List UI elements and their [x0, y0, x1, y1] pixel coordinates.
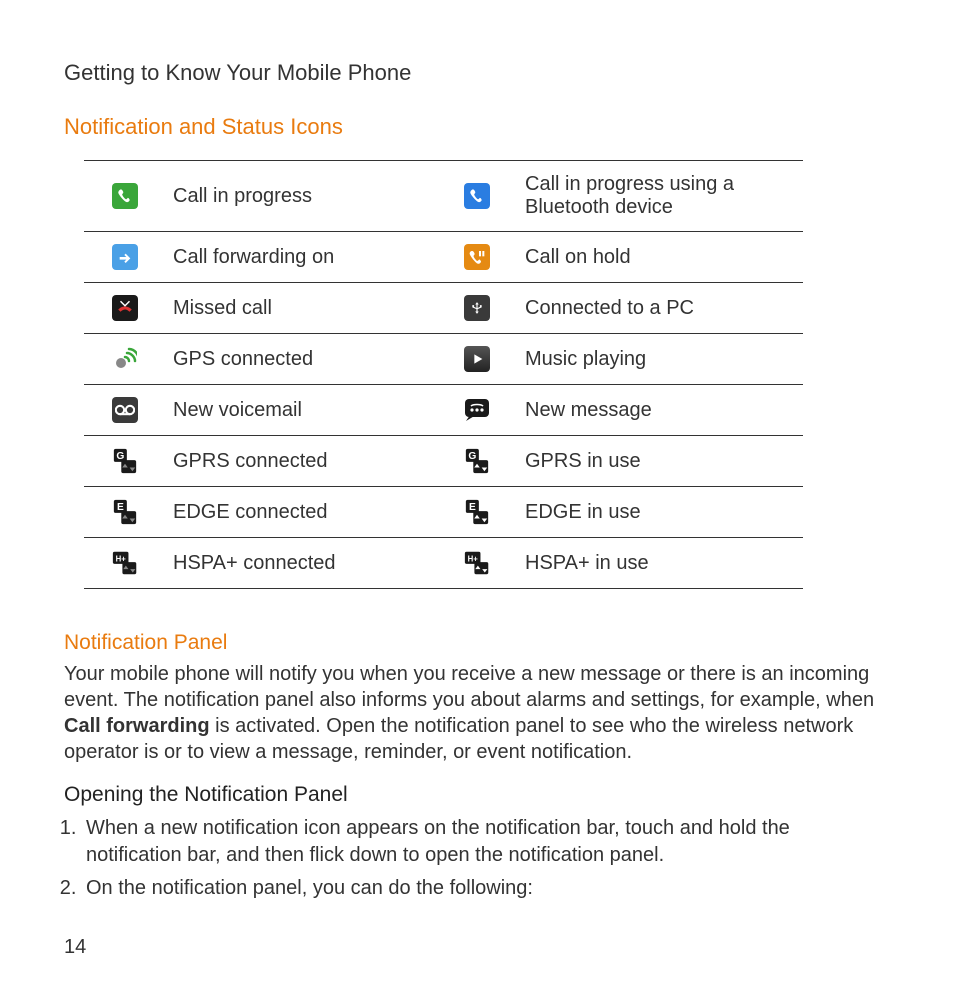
- edge-in-use-icon: E: [464, 499, 490, 525]
- usb-connected-icon: [464, 295, 490, 321]
- icon-label: GPS connected: [165, 334, 436, 385]
- page-number: 14: [64, 936, 890, 959]
- svg-text:H+: H+: [115, 554, 126, 563]
- table-row: Call in progress Call in progress using …: [84, 161, 803, 232]
- call-in-progress-icon: [112, 183, 138, 209]
- icon-label: Call forwarding on: [165, 232, 436, 283]
- call-bluetooth-icon: [464, 183, 490, 209]
- icon-label: New voicemail: [165, 385, 436, 436]
- gprs-in-use-icon: G: [464, 448, 490, 474]
- icon-label: Call on hold: [517, 232, 803, 283]
- icon-label: Connected to a PC: [517, 283, 803, 334]
- icon-label: HSPA+ in use: [517, 538, 803, 589]
- table-row: H+ HSPA+ connected H+ HSPA+ in use: [84, 538, 803, 589]
- gprs-connected-icon: G: [112, 448, 138, 474]
- icon-label: Call in progress using a Bluetooth devic…: [517, 161, 803, 232]
- icon-label: Missed call: [165, 283, 436, 334]
- hspa-connected-icon: H+: [112, 550, 138, 576]
- section-title-notification-panel: Notification Panel: [64, 631, 890, 655]
- voicemail-icon: [112, 397, 138, 423]
- edge-connected-icon: E: [112, 499, 138, 525]
- icon-label: Call in progress: [165, 161, 436, 232]
- call-forwarding-icon: [112, 244, 138, 270]
- table-row: G GPRS connected G GPRS in use: [84, 436, 803, 487]
- hspa-in-use-icon: H+: [464, 550, 490, 576]
- icon-label: GPRS in use: [517, 436, 803, 487]
- table-row: E EDGE connected E EDGE in use: [84, 487, 803, 538]
- section-title-icons: Notification and Status Icons: [64, 114, 890, 140]
- icon-label: GPRS connected: [165, 436, 436, 487]
- call-on-hold-icon: [464, 244, 490, 270]
- icon-label: EDGE connected: [165, 487, 436, 538]
- icon-label: HSPA+ connected: [165, 538, 436, 589]
- icon-label: Music playing: [517, 334, 803, 385]
- icon-label: New message: [517, 385, 803, 436]
- table-row: GPS connected Music playing: [84, 334, 803, 385]
- table-row: Missed call Connected to a PC: [84, 283, 803, 334]
- gps-connected-icon: [112, 346, 138, 372]
- notification-panel-description: Your mobile phone will notify you when y…: [64, 661, 890, 765]
- page-header: Getting to Know Your Mobile Phone: [64, 60, 890, 86]
- list-item: When a new notification icon appears on …: [82, 815, 890, 869]
- opening-panel-steps: When a new notification icon appears on …: [64, 815, 890, 902]
- manual-page: Getting to Know Your Mobile Phone Notifi…: [0, 0, 954, 989]
- icon-label: EDGE in use: [517, 487, 803, 538]
- table-row: Call forwarding on Call on hold: [84, 232, 803, 283]
- svg-text:H+: H+: [467, 554, 478, 563]
- missed-call-icon: [112, 295, 138, 321]
- text-part: Your mobile phone will notify you when y…: [64, 663, 874, 711]
- music-playing-icon: [464, 346, 490, 372]
- table-row: New voicemail New message: [84, 385, 803, 436]
- new-message-icon: [464, 397, 490, 423]
- status-icons-table: Call in progress Call in progress using …: [84, 160, 803, 589]
- opening-panel-heading: Opening the Notification Panel: [64, 783, 890, 807]
- list-item: On the notification panel, you can do th…: [82, 875, 890, 902]
- bold-phrase: Call forwarding: [64, 715, 210, 737]
